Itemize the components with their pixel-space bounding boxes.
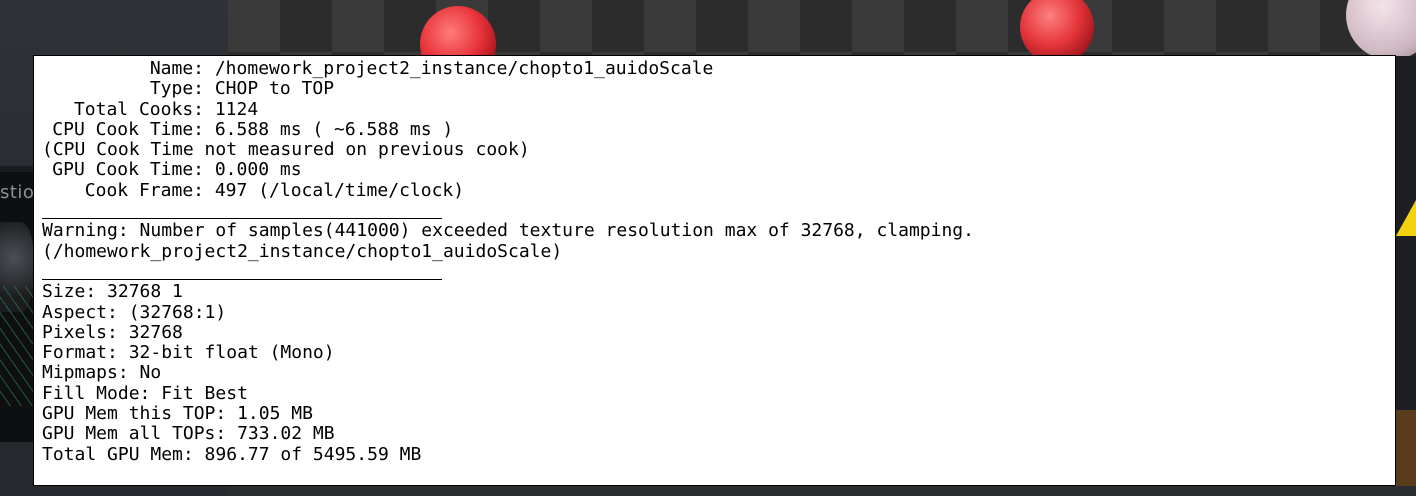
total-cooks-label: Total Cooks: <box>73 98 204 120</box>
left-panel-label: stio <box>0 182 35 203</box>
cook-frame-value: 497 (/local/time/clock) <box>214 179 465 201</box>
type-value: CHOP to TOP <box>214 78 335 100</box>
cpu-cook-label: CPU Cook Time: <box>52 118 204 140</box>
stat-line: Fill Mode: Fit Best <box>42 382 248 404</box>
separator <box>42 262 1395 282</box>
type-label: Type: <box>149 78 204 100</box>
green-lines-render <box>0 286 34 406</box>
stat-line: GPU Mem this TOP: 1.05 MB <box>42 403 313 425</box>
operator-info-popup: Name: /homework_project2_instance/chopto… <box>33 55 1396 486</box>
gpu-cook-label: GPU Cook Time: <box>52 159 204 181</box>
info-row-type: Type: CHOP to TOP <box>42 78 1395 100</box>
stat-line: Format: 32-bit float (Mono) <box>42 342 335 364</box>
cook-frame-label: Cook Frame: <box>84 179 204 201</box>
cpu-note: (CPU Cook Time not measured on previous … <box>42 139 530 161</box>
stat-line: Size: 32768 1 <box>42 281 183 303</box>
gpu-cook-value: 0.000 ms <box>214 159 302 181</box>
warning-line-1: Warning: Number of samples(441000) excee… <box>42 220 974 242</box>
info-row-gpu-cook: GPU Cook Time: 0.000 ms <box>42 159 1395 181</box>
info-row-name: Name: /homework_project2_instance/chopto… <box>42 58 1395 79</box>
warning-icon[interactable] <box>1396 200 1416 236</box>
name-value: /homework_project2_instance/chopto1_auid… <box>214 58 714 79</box>
right-panel-bottom <box>1396 410 1416 496</box>
stat-line: Mipmaps: No <box>42 362 162 384</box>
separator <box>42 201 1395 221</box>
info-row-cook-frame: Cook Frame: 497 (/local/time/clock) <box>42 179 1395 201</box>
stat-line: Total GPU Mem: 896.77 of 5495.59 MB <box>42 443 422 465</box>
stat-line: Aspect: (32768:1) <box>42 301 227 323</box>
viewer-checkerboard <box>228 0 1416 56</box>
name-label: Name: <box>149 58 204 79</box>
info-row-cpu-cook: CPU Cook Time: 6.588 ms ( ~6.588 ms ) <box>42 118 1395 140</box>
total-cooks-value: 1124 <box>214 98 259 120</box>
info-row-total-cooks: Total Cooks: 1124 <box>42 98 1395 120</box>
warning-line-2: (/homework_project2_instance/chopto1_aui… <box>42 240 563 262</box>
stat-line: GPU Mem all TOPs: 733.02 MB <box>42 423 335 445</box>
stat-line: Pixels: 32768 <box>42 321 183 343</box>
bottom-strip <box>228 486 1416 496</box>
cpu-cook-value: 6.588 ms ( ~6.588 ms ) <box>214 118 454 140</box>
